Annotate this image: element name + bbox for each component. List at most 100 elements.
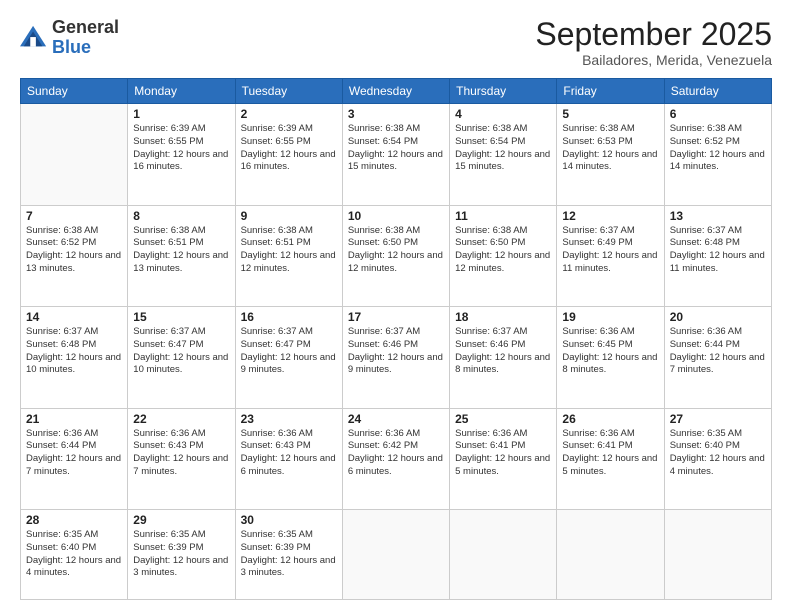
day-number: 29 [133, 513, 229, 527]
logo-general: General [52, 17, 119, 37]
day-number: 5 [562, 107, 658, 121]
calendar-cell: 28 Sunrise: 6:35 AMSunset: 6:40 PMDayligh… [21, 510, 128, 600]
calendar-cell: 3Sunrise: 6:38 AMSunset: 6:54 PMDaylight… [342, 104, 449, 206]
weekday-header-monday: Monday [128, 79, 235, 104]
day-info: Sunrise: 6:35 AMSunset: 6:39 PMDaylight:… [241, 529, 337, 580]
week-row-2: 7Sunrise: 6:38 AMSunset: 6:52 PMDaylight… [21, 205, 772, 307]
day-number: 25 [455, 412, 551, 426]
day-number: 24 [348, 412, 444, 426]
calendar-cell: 7Sunrise: 6:38 AMSunset: 6:52 PMDaylight… [21, 205, 128, 307]
calendar-cell: 17 Sunrise: 6:37 AMSunset: 6:46 PMDayligh… [342, 307, 449, 409]
day-number: 12 [562, 209, 658, 223]
title-section: September 2025 Bailadores, Merida, Venez… [535, 18, 772, 68]
calendar-cell: 27Sunrise: 6:35 AMSunset: 6:40 PMDayligh… [664, 408, 771, 510]
day-number: 22 [133, 412, 229, 426]
day-number: 26 [562, 412, 658, 426]
day-number: 19 [562, 310, 658, 324]
day-number: 27 [670, 412, 766, 426]
calendar-cell [557, 510, 664, 600]
calendar-cell [664, 510, 771, 600]
day-number: 20 [670, 310, 766, 324]
calendar-cell: 13 Sunrise: 6:37 AMSunset: 6:48 PMDayligh… [664, 205, 771, 307]
day-info: Sunrise: 6:38 AMSunset: 6:51 PMDaylight:… [241, 225, 337, 276]
day-info: Sunrise: 6:37 AMSunset: 6:48 PMDaylight:… [670, 225, 766, 276]
day-info: Sunrise: 6:36 AMSunset: 6:45 PMDaylight:… [562, 326, 658, 377]
day-info: Sunrise: 6:37 AMSunset: 6:47 PMDaylight:… [241, 326, 337, 377]
day-info: Sunrise: 6:39 AMSunset: 6:55 PMDaylight:… [241, 123, 337, 174]
week-row-1: 1 Sunrise: 6:39 AMSunset: 6:55 PMDaylight… [21, 104, 772, 206]
calendar-cell: 24 Sunrise: 6:36 AMSunset: 6:42 PMDayligh… [342, 408, 449, 510]
day-number: 9 [241, 209, 337, 223]
logo: General Blue [20, 18, 119, 58]
calendar-cell: 20Sunrise: 6:36 AMSunset: 6:44 PMDayligh… [664, 307, 771, 409]
day-info: Sunrise: 6:36 AMSunset: 6:42 PMDaylight:… [348, 428, 444, 479]
day-info: Sunrise: 6:38 AMSunset: 6:54 PMDaylight:… [455, 123, 551, 174]
weekday-header-thursday: Thursday [450, 79, 557, 104]
month-title: September 2025 [535, 18, 772, 50]
week-row-4: 21Sunrise: 6:36 AMSunset: 6:44 PMDayligh… [21, 408, 772, 510]
weekday-header-friday: Friday [557, 79, 664, 104]
calendar-cell: 8 Sunrise: 6:38 AMSunset: 6:51 PMDaylight… [128, 205, 235, 307]
day-info: Sunrise: 6:35 AMSunset: 6:39 PMDaylight:… [133, 529, 229, 580]
day-info: Sunrise: 6:36 AMSunset: 6:43 PMDaylight:… [133, 428, 229, 479]
day-number: 21 [26, 412, 122, 426]
header: General Blue September 2025 Bailadores, … [20, 18, 772, 68]
calendar-cell [342, 510, 449, 600]
calendar-cell: 18Sunrise: 6:37 AMSunset: 6:46 PMDayligh… [450, 307, 557, 409]
calendar-cell: 25Sunrise: 6:36 AMSunset: 6:41 PMDayligh… [450, 408, 557, 510]
calendar-table: SundayMondayTuesdayWednesdayThursdayFrid… [20, 78, 772, 600]
day-number: 10 [348, 209, 444, 223]
calendar-cell [450, 510, 557, 600]
day-info: Sunrise: 6:37 AMSunset: 6:46 PMDaylight:… [348, 326, 444, 377]
page: General Blue September 2025 Bailadores, … [0, 0, 792, 612]
day-number: 1 [133, 107, 229, 121]
day-number: 4 [455, 107, 551, 121]
weekday-header-sunday: Sunday [21, 79, 128, 104]
day-info: Sunrise: 6:39 AMSunset: 6:55 PMDaylight:… [133, 123, 229, 174]
calendar-cell: 4 Sunrise: 6:38 AMSunset: 6:54 PMDaylight… [450, 104, 557, 206]
day-info: Sunrise: 6:37 AMSunset: 6:49 PMDaylight:… [562, 225, 658, 276]
calendar-cell: 11Sunrise: 6:38 AMSunset: 6:50 PMDayligh… [450, 205, 557, 307]
calendar-cell: 19 Sunrise: 6:36 AMSunset: 6:45 PMDayligh… [557, 307, 664, 409]
calendar-cell: 5 Sunrise: 6:38 AMSunset: 6:53 PMDaylight… [557, 104, 664, 206]
day-number: 7 [26, 209, 122, 223]
day-number: 11 [455, 209, 551, 223]
calendar-cell: 23Sunrise: 6:36 AMSunset: 6:43 PMDayligh… [235, 408, 342, 510]
weekday-header-wednesday: Wednesday [342, 79, 449, 104]
logo-text: General Blue [52, 18, 119, 58]
weekday-header-tuesday: Tuesday [235, 79, 342, 104]
day-number: 18 [455, 310, 551, 324]
day-info: Sunrise: 6:38 AMSunset: 6:53 PMDaylight:… [562, 123, 658, 174]
calendar-cell: 12 Sunrise: 6:37 AMSunset: 6:49 PMDayligh… [557, 205, 664, 307]
day-number: 8 [133, 209, 229, 223]
calendar-cell: 9 Sunrise: 6:38 AMSunset: 6:51 PMDaylight… [235, 205, 342, 307]
day-info: Sunrise: 6:38 AMSunset: 6:50 PMDaylight:… [348, 225, 444, 276]
calendar-cell: 10 Sunrise: 6:38 AMSunset: 6:50 PMDayligh… [342, 205, 449, 307]
calendar-cell [21, 104, 128, 206]
day-number: 14 [26, 310, 122, 324]
day-number: 13 [670, 209, 766, 223]
calendar-cell: 22 Sunrise: 6:36 AMSunset: 6:43 PMDayligh… [128, 408, 235, 510]
calendar-cell: 29 Sunrise: 6:35 AMSunset: 6:39 PMDayligh… [128, 510, 235, 600]
day-number: 6 [670, 107, 766, 121]
calendar-cell: 15 Sunrise: 6:37 AMSunset: 6:47 PMDayligh… [128, 307, 235, 409]
day-number: 2 [241, 107, 337, 121]
calendar-cell: 2 Sunrise: 6:39 AMSunset: 6:55 PMDaylight… [235, 104, 342, 206]
day-info: Sunrise: 6:37 AMSunset: 6:48 PMDaylight:… [26, 326, 122, 377]
calendar-cell: 26Sunrise: 6:36 AMSunset: 6:41 PMDayligh… [557, 408, 664, 510]
calendar-cell: 6 Sunrise: 6:38 AMSunset: 6:52 PMDaylight… [664, 104, 771, 206]
day-number: 28 [26, 513, 122, 527]
day-info: Sunrise: 6:35 AMSunset: 6:40 PMDaylight:… [26, 529, 122, 580]
weekday-header-saturday: Saturday [664, 79, 771, 104]
location-subtitle: Bailadores, Merida, Venezuela [535, 52, 772, 68]
day-info: Sunrise: 6:36 AMSunset: 6:43 PMDaylight:… [241, 428, 337, 479]
week-row-5: 28 Sunrise: 6:35 AMSunset: 6:40 PMDayligh… [21, 510, 772, 600]
day-info: Sunrise: 6:38 AMSunset: 6:51 PMDaylight:… [133, 225, 229, 276]
day-number: 17 [348, 310, 444, 324]
day-info: Sunrise: 6:38 AMSunset: 6:52 PMDaylight:… [670, 123, 766, 174]
calendar-cell: 1 Sunrise: 6:39 AMSunset: 6:55 PMDaylight… [128, 104, 235, 206]
day-info: Sunrise: 6:37 AMSunset: 6:47 PMDaylight:… [133, 326, 229, 377]
calendar-cell: 16Sunrise: 6:37 AMSunset: 6:47 PMDayligh… [235, 307, 342, 409]
weekday-header-row: SundayMondayTuesdayWednesdayThursdayFrid… [21, 79, 772, 104]
day-number: 15 [133, 310, 229, 324]
